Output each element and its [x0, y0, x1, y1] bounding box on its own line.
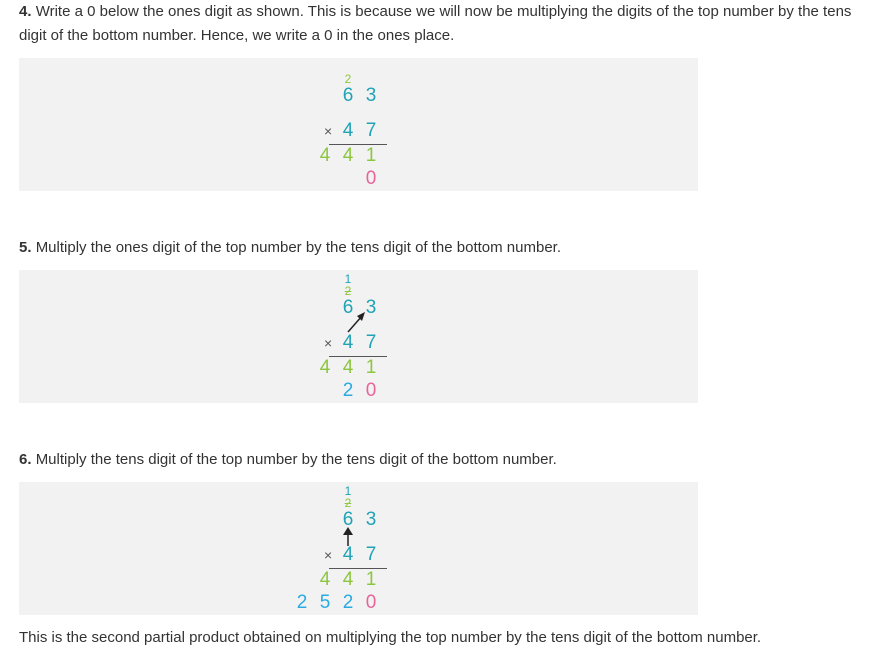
step-4-instruction: 4. Write a 0 below the ones digit as sho… [19, 0, 859, 48]
bottom-ones-digit: 7 [365, 544, 377, 565]
multiply-sign: × [324, 123, 333, 139]
carry-digit: 2 [344, 72, 352, 86]
step-4-panel: 2 6 3 × 4 7 4 4 1 0 [19, 58, 698, 191]
bottom-ones-digit: 7 [365, 332, 377, 353]
partial-product-digit: 4 [342, 357, 354, 378]
step-6-panel: 1 2 6 3 × 4 7 4 4 1 2 5 2 0 [19, 482, 698, 615]
step-number: 5. [19, 239, 32, 256]
partial-product-digit: 1 [365, 357, 377, 378]
multiply-sign: × [324, 547, 333, 563]
partial-product-digit: 4 [342, 145, 354, 166]
bottom-ones-digit: 7 [365, 120, 377, 141]
step-number: 4. [19, 3, 32, 20]
partial-product-digit: 1 [365, 569, 377, 590]
old-carry-digit: 2 [344, 496, 352, 510]
old-carry-digit: 2 [344, 284, 352, 298]
step-text: Write a 0 below the ones digit as shown.… [19, 3, 852, 44]
placeholder-zero: 0 [365, 380, 377, 401]
top-ones-digit: 3 [365, 85, 377, 106]
step-text: Multiply the tens digit of the top numbe… [35, 451, 557, 468]
partial-product-digit: 4 [319, 145, 331, 166]
step-5-panel: 1 2 6 3 × 4 7 4 4 1 2 0 [19, 270, 698, 403]
top-ones-digit: 3 [365, 509, 377, 530]
bottom-tens-digit: 4 [342, 332, 354, 353]
multiply-sign: × [324, 335, 333, 351]
product-rule [329, 356, 387, 357]
bottom-tens-digit: 4 [342, 544, 354, 565]
placeholder-zero: 0 [365, 168, 377, 189]
product-rule [329, 568, 387, 569]
conclusion-text: This is the second partial product obtai… [19, 629, 762, 646]
partial-product-digit: 1 [365, 145, 377, 166]
top-tens-digit: 6 [342, 85, 354, 106]
second-partial-digit: 5 [319, 592, 331, 613]
placeholder-zero: 0 [365, 592, 377, 613]
step-5-instruction: 5. Multiply the ones digit of the top nu… [19, 236, 859, 260]
second-partial-digit: 2 [296, 592, 308, 613]
partial-product-digit: 4 [342, 569, 354, 590]
partial-product-digit: 4 [319, 569, 331, 590]
step-number: 6. [19, 451, 32, 468]
step-text: Multiply the ones digit of the top numbe… [35, 239, 561, 256]
diagonal-arrow-icon [347, 312, 365, 333]
bottom-tens-digit: 4 [342, 120, 354, 141]
step-6-instruction: 6. Multiply the tens digit of the top nu… [19, 448, 859, 472]
second-partial-digit: 2 [342, 592, 354, 613]
product-rule [329, 144, 387, 145]
partial-product-digit: 4 [319, 357, 331, 378]
second-partial-digit: 2 [342, 380, 354, 401]
